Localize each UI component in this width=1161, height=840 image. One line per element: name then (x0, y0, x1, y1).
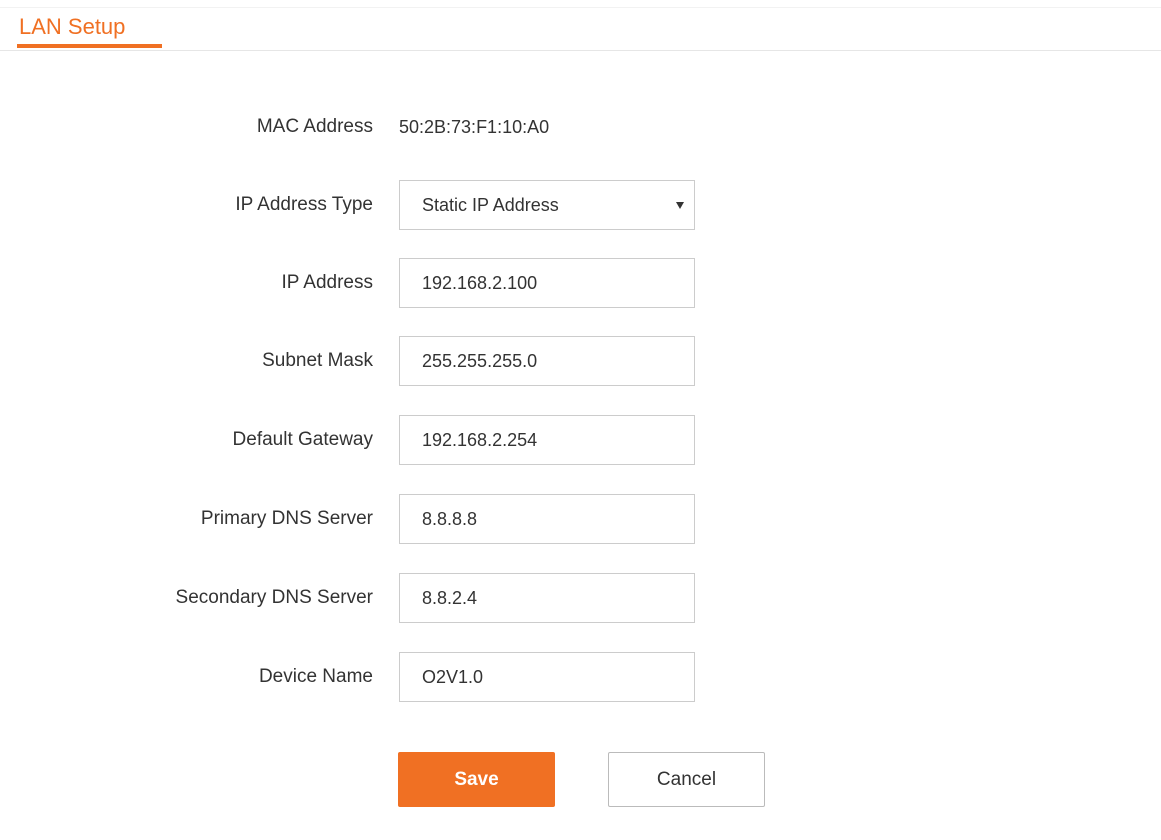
default-gateway-row: Default Gateway (0, 415, 1161, 465)
ip-address-type-selected-value: Static IP Address (422, 195, 559, 215)
save-button[interactable]: Save (398, 752, 555, 807)
secondary-dns-label: Secondary DNS Server (175, 587, 373, 608)
primary-dns-label: Primary DNS Server (200, 508, 373, 529)
page-header: LAN Setup (0, 0, 1161, 51)
primary-dns-input[interactable] (399, 494, 695, 544)
mac-address-row: MAC Address 50:2B:73:F1:10:A0 (0, 102, 1161, 152)
device-name-label: Device Name (258, 666, 373, 687)
title-underline (17, 44, 162, 48)
ip-address-label: IP Address (281, 272, 373, 293)
subnet-mask-row: Subnet Mask (0, 336, 1161, 386)
mac-address-label: MAC Address (256, 116, 373, 137)
secondary-dns-input[interactable] (399, 573, 695, 623)
page-title: LAN Setup (19, 14, 126, 39)
default-gateway-label: Default Gateway (232, 429, 373, 450)
dropdown-arrow-icon (676, 202, 684, 209)
device-name-row: Device Name (0, 652, 1161, 702)
subnet-mask-input[interactable] (399, 336, 695, 386)
cancel-button[interactable]: Cancel (608, 752, 765, 807)
secondary-dns-row: Secondary DNS Server (0, 573, 1161, 623)
default-gateway-input[interactable] (399, 415, 695, 465)
subnet-mask-label: Subnet Mask (262, 350, 373, 371)
device-name-input[interactable] (399, 652, 695, 702)
ip-address-row: IP Address (0, 258, 1161, 308)
mac-address-value: 50:2B:73:F1:10:A0 (399, 117, 550, 137)
ip-address-type-label: IP Address Type (235, 194, 373, 215)
ip-address-type-select[interactable]: Static IP Address (399, 180, 695, 230)
ip-address-type-row: IP Address Type Static IP Address (0, 180, 1161, 230)
primary-dns-row: Primary DNS Server (0, 494, 1161, 544)
ip-address-input[interactable] (399, 258, 695, 308)
